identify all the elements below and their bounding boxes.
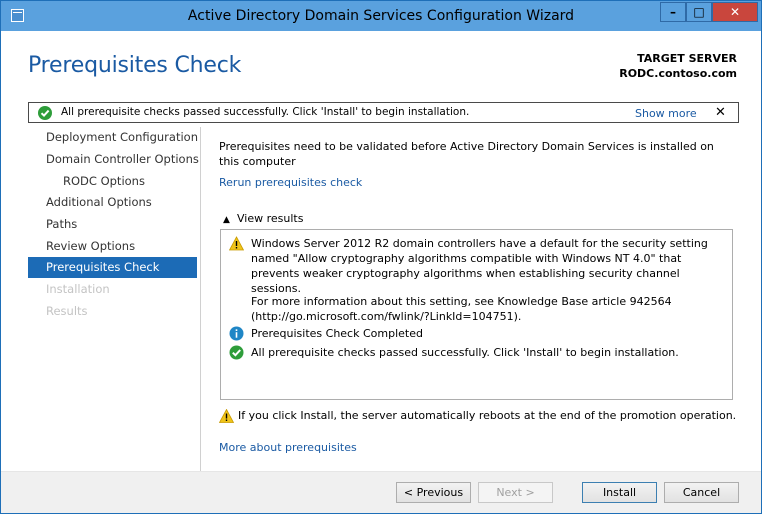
more-about-prerequisites-link[interactable]: More about prerequisites: [219, 441, 357, 454]
results-panel[interactable]: Windows Server 2012 R2 domain controller…: [220, 229, 733, 400]
title-bar[interactable]: Active Directory Domain Services Configu…: [1, 1, 761, 31]
warning-icon: [229, 236, 244, 251]
success-check-icon: [229, 345, 244, 360]
page-title: Prerequisites Check: [28, 53, 242, 78]
target-server-name: RODC.contoso.com: [619, 67, 737, 80]
chevron-up-icon: ▲: [223, 215, 230, 225]
wizard-window: Active Directory Domain Services Configu…: [0, 0, 762, 514]
view-results-toggle[interactable]: ▲ View results: [223, 212, 303, 225]
nav-divider: [200, 127, 201, 472]
warning-message: Windows Server 2012 R2 domain controller…: [251, 237, 708, 295]
intro-text: Prerequisites need to be validated befor…: [219, 140, 714, 168]
nav-item-additional-options[interactable]: Additional Options: [28, 192, 197, 213]
close-window-button[interactable]: ✕: [712, 2, 758, 22]
notification-text: All prerequisite checks passed successfu…: [61, 106, 470, 118]
success-check-icon: [38, 106, 52, 120]
nav-item-paths[interactable]: Paths: [28, 214, 197, 235]
nav-item-review-options[interactable]: Review Options: [28, 236, 197, 257]
next-button: Next >: [478, 482, 553, 503]
nav-item-prerequisites-check[interactable]: Prerequisites Check: [28, 257, 197, 278]
nav-item-results: Results: [46, 304, 88, 318]
minimize-button[interactable]: –: [660, 2, 686, 22]
notification-bar: All prerequisite checks passed successfu…: [28, 102, 739, 123]
checks-passed-message: All prerequisite checks passed successfu…: [251, 346, 679, 359]
show-more-link[interactable]: Show more: [635, 107, 697, 120]
previous-button[interactable]: < Previous: [396, 482, 471, 503]
reboot-warning-text: If you click Install, the server automat…: [238, 409, 737, 422]
nav-item-deployment-configuration[interactable]: Deployment Configuration: [28, 127, 198, 148]
kb-info-message: For more information about this setting,…: [251, 295, 672, 323]
nav-item-domain-controller-options[interactable]: Domain Controller Options: [28, 149, 199, 170]
warning-icon: [219, 409, 234, 423]
cancel-button[interactable]: Cancel: [664, 482, 739, 503]
rerun-prerequisites-link[interactable]: Rerun prerequisites check: [219, 176, 362, 189]
nav-item-installation: Installation: [46, 282, 110, 296]
window-title: Active Directory Domain Services Configu…: [187, 8, 575, 24]
info-icon: [229, 326, 244, 341]
nav-item-rodc-options[interactable]: RODC Options: [28, 171, 197, 192]
install-button[interactable]: Install: [582, 482, 657, 503]
view-results-label: View results: [237, 212, 304, 225]
close-icon[interactable]: ✕: [715, 105, 726, 120]
maximize-button[interactable]: □: [686, 2, 712, 22]
check-completed-message: Prerequisites Check Completed: [251, 327, 423, 340]
target-server-label: TARGET SERVER: [637, 52, 737, 65]
